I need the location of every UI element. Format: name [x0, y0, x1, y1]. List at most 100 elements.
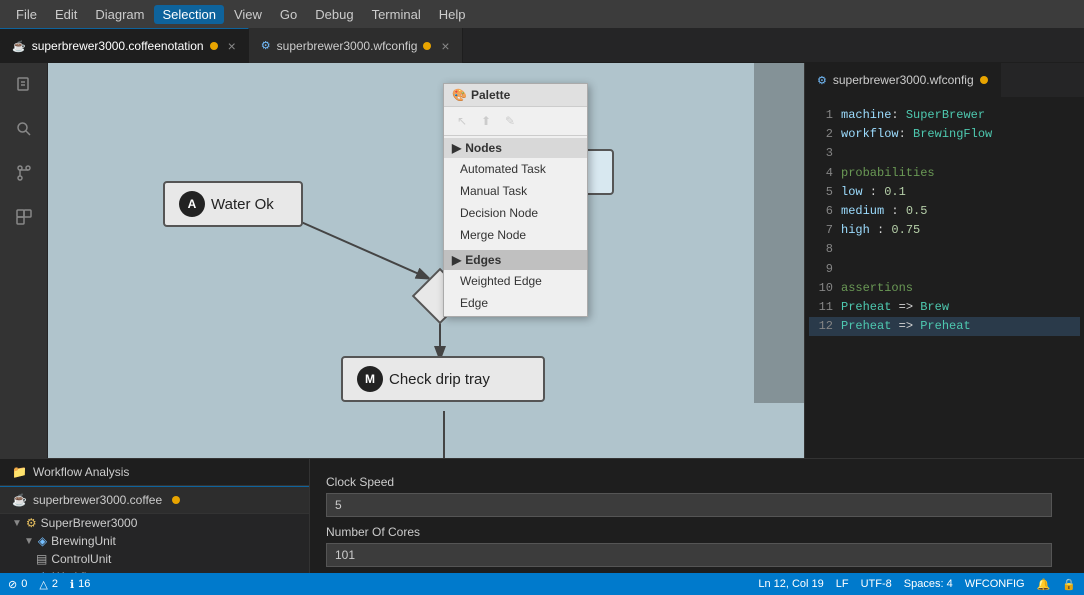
edges-arrow-icon: ▶	[452, 253, 461, 267]
water-ok-label: Water Ok	[211, 196, 274, 213]
tree-arrow-brewingunit: ▼	[24, 536, 34, 547]
wfconfig-icon: ⚙	[261, 39, 271, 52]
coffee-dot	[172, 496, 180, 504]
palette-edges-section: ▶ Edges Weighted Edge Edge	[444, 248, 587, 316]
tree-label-controlunit: ControlUnit	[51, 552, 111, 566]
nodes-arrow-icon: ▶	[452, 141, 461, 155]
tab-wfconfig[interactable]: ⚙ superbrewer3000.wfconfig ×	[249, 28, 463, 63]
editor-wfconfig-icon: ⚙	[817, 74, 827, 87]
tree-label-brewingunit: BrewingUnit	[51, 534, 116, 548]
coffee-icon: ☕	[12, 493, 27, 507]
code-line-9: 9	[809, 260, 1080, 279]
tree-icon-brewingunit: ◈	[38, 534, 47, 548]
code-line-2: 2 workflow: BrewingFlow	[809, 125, 1080, 144]
palette-title: Palette	[471, 88, 510, 102]
tree-arrow-superbrewer: ▼	[12, 518, 22, 529]
editor-tabbar: ☕ superbrewer3000.coffeenotation × ⚙ sup…	[0, 28, 1084, 63]
check-drip-tray-node[interactable]: M Check drip tray	[341, 356, 545, 402]
status-bell[interactable]: 🔔	[1037, 578, 1051, 591]
encoding-text: UTF-8	[861, 578, 892, 590]
tree-item-controlunit[interactable]: ▤ ControlUnit	[0, 550, 309, 568]
error-count: 0	[21, 578, 27, 590]
palette-nodes-header[interactable]: ▶ Nodes	[444, 138, 587, 158]
workflow-analysis-label: Workflow Analysis	[33, 465, 129, 479]
info-icon: ℹ	[70, 578, 74, 591]
menu-terminal[interactable]: Terminal	[364, 5, 429, 24]
palette-item-weighted-edge[interactable]: Weighted Edge	[444, 270, 587, 292]
tree-arrow-workflow: ▼	[24, 572, 34, 574]
tree-icon-workflow: ⚙	[38, 570, 49, 573]
menu-file[interactable]: File	[8, 5, 45, 24]
tab-coffeenotation[interactable]: ☕ superbrewer3000.coffeenotation ×	[0, 28, 249, 63]
menu-help[interactable]: Help	[431, 5, 474, 24]
menu-edit[interactable]: Edit	[47, 5, 85, 24]
editor-panel: ⚙ superbrewer3000.wfconfig 1 machine: Su…	[804, 63, 1084, 458]
palette-nodes-section: ▶ Nodes Automated Task Manual Task Decis…	[444, 136, 587, 248]
status-warnings[interactable]: △ 2	[39, 578, 58, 591]
menu-debug[interactable]: Debug	[307, 5, 361, 24]
code-editor[interactable]: 1 machine: SuperBrewer 2 workflow: Brewi…	[805, 98, 1084, 458]
tab-coffeenotation-label: superbrewer3000.coffeenotation	[32, 39, 204, 53]
warning-icon: △	[39, 578, 47, 591]
extensions-icon[interactable]	[10, 203, 38, 231]
mode-text: WFCONFIG	[965, 578, 1025, 590]
status-mode: WFCONFIG	[965, 578, 1025, 590]
status-spaces: Spaces: 4	[904, 578, 953, 590]
status-info[interactable]: ℹ 16	[70, 578, 90, 591]
palette-select-tool[interactable]: ↖	[452, 111, 472, 131]
tree-item-workflow[interactable]: ▼ ⚙ Workflow	[0, 568, 309, 573]
tree-item-brewingunit[interactable]: ▼ ◈ BrewingUnit	[0, 532, 309, 550]
menu-diagram[interactable]: Diagram	[87, 5, 152, 24]
code-line-8: 8	[809, 240, 1080, 259]
statusbar: ⊘ 0 △ 2 ℹ 16 Ln 12, Col 19 LF UTF-8 Spac…	[0, 573, 1084, 595]
tab-coffeenotation-dot	[210, 42, 218, 50]
code-line-11: 11 Preheat => Brew	[809, 298, 1080, 317]
palette-move-tool[interactable]: ⬆	[476, 111, 496, 131]
water-ok-type-badge: A	[179, 191, 205, 217]
tree-icon-superbrewer: ⚙	[26, 516, 37, 530]
menu-view[interactable]: View	[226, 5, 270, 24]
search-icon[interactable]	[10, 115, 38, 143]
properties-panel: Clock Speed 5 Number Of Cores 101	[310, 459, 1084, 573]
palette-header: 🎨 Palette	[444, 84, 587, 107]
menubar: File Edit Diagram Selection View Go Debu…	[0, 0, 1084, 28]
coffeenotation-icon: ☕	[12, 40, 26, 53]
tree-icon-controlunit: ▤	[36, 552, 47, 566]
code-line-7: 7 high : 0.75	[809, 221, 1080, 240]
status-errors[interactable]: ⊘ 0	[8, 578, 27, 591]
palette-edit-tool[interactable]: ✎	[500, 111, 520, 131]
code-line-6: 6 medium : 0.5	[809, 202, 1080, 221]
num-cores-value: 101	[326, 543, 1052, 567]
editor-tab-wfconfig-label: superbrewer3000.wfconfig	[833, 73, 974, 87]
water-ok-node[interactable]: A Water Ok	[163, 181, 303, 227]
tab-coffeenotation-close[interactable]: ×	[228, 38, 236, 54]
palette-item-edge[interactable]: Edge	[444, 292, 587, 314]
menu-go[interactable]: Go	[272, 5, 305, 24]
menu-selection[interactable]: Selection	[154, 5, 223, 24]
editor-tab-dot	[980, 76, 988, 84]
palette-item-merge-node[interactable]: Merge Node	[444, 224, 587, 246]
code-line-12: 12 Preheat => Preheat	[809, 317, 1080, 336]
palette-item-decision-node[interactable]: Decision Node	[444, 202, 587, 224]
editor-tab-wfconfig[interactable]: ⚙ superbrewer3000.wfconfig	[805, 63, 1001, 97]
bottom-area: 📁 Workflow Analysis ☕ superbrewer3000.co…	[0, 458, 1084, 573]
code-line-5: 5 low : 0.1	[809, 183, 1080, 202]
workflow-analysis-tab[interactable]: 📁 Workflow Analysis	[0, 459, 309, 486]
check-drip-tray-label: Check drip tray	[389, 371, 490, 388]
tree-item-superbrewer[interactable]: ▼ ⚙ SuperBrewer3000	[0, 514, 309, 532]
status-lock[interactable]: 🔒	[1062, 578, 1076, 591]
files-icon[interactable]	[10, 71, 38, 99]
scm-icon[interactable]	[10, 159, 38, 187]
code-line-4: 4 probabilities	[809, 164, 1080, 183]
palette-nodes-label: Nodes	[465, 141, 502, 155]
code-line-3: 3	[809, 144, 1080, 163]
palette-item-automated-task[interactable]: Automated Task	[444, 158, 587, 180]
tree-label-workflow: Workflow	[53, 570, 102, 573]
palette-item-manual-task[interactable]: Manual Task	[444, 180, 587, 202]
clock-speed-label: Clock Speed	[326, 475, 1068, 489]
tab-wfconfig-close[interactable]: ×	[441, 38, 449, 54]
diagram-area[interactable]: A Water Ok M Refill water M Check drip t…	[48, 63, 804, 458]
palette-edges-header[interactable]: ▶ Edges	[444, 250, 587, 270]
coffee-tab[interactable]: ☕ superbrewer3000.coffee	[0, 486, 309, 514]
info-count: 16	[78, 578, 90, 590]
